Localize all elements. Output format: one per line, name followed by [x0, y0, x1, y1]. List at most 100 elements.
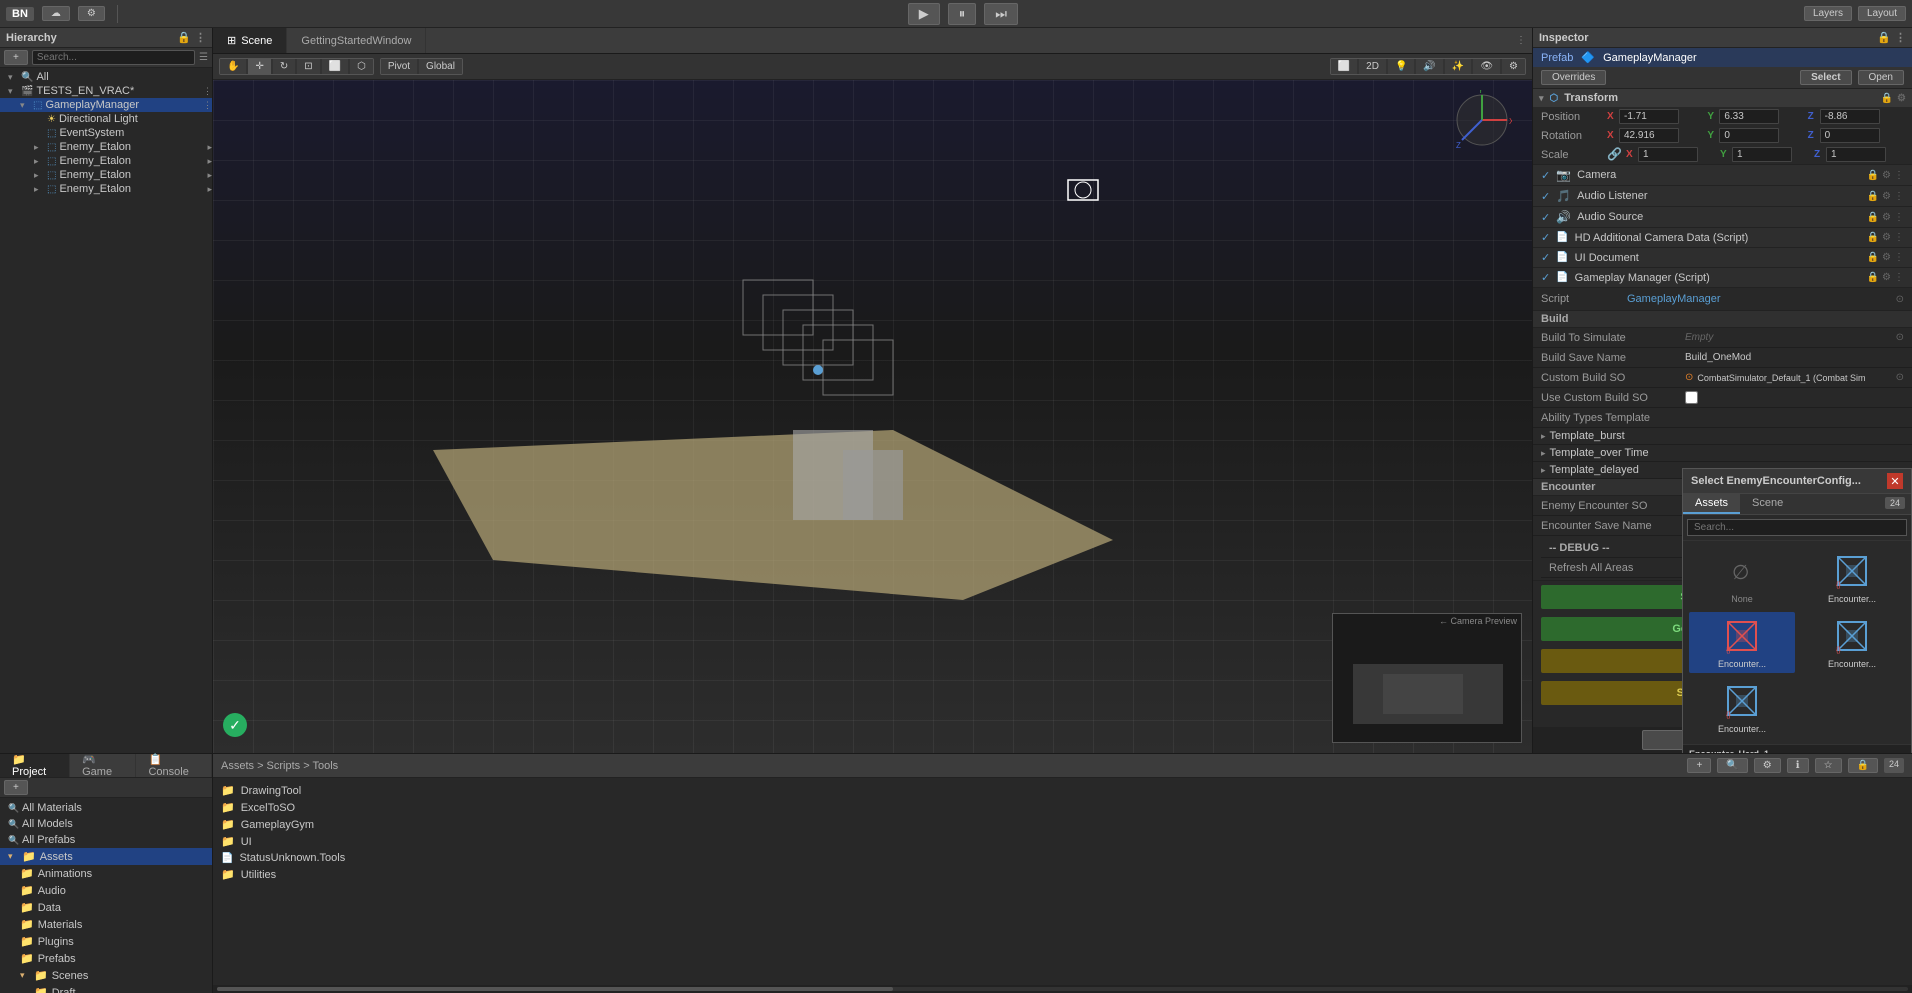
move-tool[interactable]: ✛ [248, 59, 270, 74]
proj-item-scenes[interactable]: ▾ 📁 Scenes [0, 967, 212, 984]
proj-item-data[interactable]: 📁 Data [0, 899, 212, 916]
scene-vis-btn[interactable]: 👁 [1473, 59, 1500, 74]
popup-item-enc4[interactable]: {} Encounter... [1689, 677, 1795, 738]
tab-scene[interactable]: ⊞ Scene [213, 28, 287, 53]
overrides-button[interactable]: Overrides [1541, 70, 1606, 85]
assets-settings-btn[interactable]: ⚙ [1754, 758, 1781, 773]
popup-close-button[interactable]: ✕ [1887, 473, 1903, 489]
step-button[interactable]: ⏭ [984, 3, 1018, 25]
proj-item-materials[interactable]: 📁 Materials [0, 916, 212, 933]
rotation-x-input[interactable] [1619, 128, 1679, 143]
component-gameplay-manager[interactable]: ✓ 📄 Gameplay Manager (Script) 🔒 ⚙ ⋮ [1533, 268, 1912, 288]
hier-item-enemy4[interactable]: ▸ ⬚ Enemy_Etalon ▸ [0, 182, 212, 196]
play-button[interactable]: ▶ [908, 3, 940, 25]
hier-item-enemy1[interactable]: ▸ ⬚ Enemy_Etalon ▸ [0, 140, 212, 154]
hand-tool[interactable]: ✋ [220, 59, 246, 74]
open-button[interactable]: Open [1858, 70, 1904, 85]
assets-lock-btn[interactable]: 🔒 [1848, 758, 1878, 773]
proj-item-all-prefabs[interactable]: 🔍 All Prefabs [0, 832, 212, 848]
popup-tab-assets[interactable]: Assets [1683, 494, 1740, 514]
proj-item-prefabs[interactable]: 📁 Prefabs [0, 950, 212, 967]
multi-tool[interactable]: ⬡ [350, 59, 373, 74]
assets-info-btn[interactable]: ℹ [1787, 758, 1809, 773]
scale-x-input[interactable] [1638, 147, 1698, 162]
layers-button[interactable]: Layers [1804, 6, 1852, 21]
file-status-unknown[interactable]: 📄 StatusUnknown.Tools [221, 850, 1904, 866]
proj-item-animations[interactable]: 📁 Animations [0, 865, 212, 882]
hier-item-gameplay[interactable]: ▾ ⬚ GameplayManager ⋮ [0, 98, 212, 112]
proj-item-audio[interactable]: 📁 Audio [0, 882, 212, 899]
cloud-btn[interactable]: ☁ [42, 6, 70, 21]
tab-getting-started[interactable]: GettingStartedWindow [287, 28, 426, 53]
lighting-btn[interactable]: 💡 [1388, 59, 1414, 74]
component-ui-doc[interactable]: ✓ 📄 UI Document 🔒 ⚙ ⋮ [1533, 248, 1912, 268]
hier-item-eventsys[interactable]: ⬚ EventSystem [0, 126, 212, 140]
assets-add-btn[interactable]: + [1687, 758, 1711, 773]
position-x-input[interactable] [1619, 109, 1679, 124]
audio-btn[interactable]: 🔊 [1416, 59, 1442, 74]
popup-item-enc1[interactable]: {} Encounter... [1799, 547, 1905, 608]
assets-scrollbar[interactable] [213, 985, 1912, 993]
rotation-y-input[interactable] [1719, 128, 1779, 143]
gizmo-btn[interactable]: ⚙ [1502, 59, 1525, 74]
transform-header[interactable]: ▾ ⬡ Transform 🔒 ⚙ [1533, 89, 1912, 107]
2d-button[interactable]: 2D [1359, 59, 1386, 74]
hier-item-dirlight[interactable]: ☀ Directional Light [0, 112, 212, 126]
component-audio-source[interactable]: ✓ 🔊 Audio Source 🔒 ⚙ ⋮ [1533, 207, 1912, 228]
proj-item-all-materials[interactable]: 🔍 All Materials [0, 800, 212, 816]
render-mode-btn[interactable]: ⬜ [1331, 59, 1357, 74]
pause-button[interactable]: ⏸ [948, 3, 977, 25]
component-hd-camera[interactable]: ✓ 📄 HD Additional Camera Data (Script) 🔒… [1533, 228, 1912, 248]
rotate-tool[interactable]: ↻ [273, 59, 295, 74]
position-y-input[interactable] [1719, 109, 1779, 124]
tab-console[interactable]: 📋 Console [136, 754, 212, 777]
popup-item-enc2[interactable]: {} Encounter... [1689, 612, 1795, 673]
scale-y-input[interactable] [1732, 147, 1792, 162]
scale-z-input[interactable] [1826, 147, 1886, 162]
assets-find-btn[interactable]: 🔍 [1717, 758, 1747, 773]
template-over-time-row[interactable]: ▸ Template_over Time [1533, 445, 1912, 462]
tab-project[interactable]: 📁 Project [0, 754, 70, 777]
popup-item-enc3[interactable]: {} Encounter... [1799, 612, 1905, 673]
proj-item-draft[interactable]: 📁 Draft [0, 984, 212, 993]
add-object-button[interactable]: + [4, 50, 28, 65]
global-button[interactable]: Global [419, 59, 462, 74]
project-add-btn[interactable]: + [4, 780, 28, 795]
popup-item-none[interactable]: ∅ None [1689, 547, 1795, 608]
proj-item-all-models[interactable]: 🔍 All Models [0, 816, 212, 832]
folder-drawing-tool[interactable]: 📁 DrawingTool [221, 782, 1904, 799]
popup-tab-scene[interactable]: Scene [1740, 494, 1795, 514]
collab-btn[interactable]: ⚙ [78, 6, 105, 21]
folder-utilities[interactable]: 📁 Utilities [221, 866, 1904, 883]
layout-button[interactable]: Layout [1858, 6, 1906, 21]
scale-tool[interactable]: ⊡ [297, 59, 319, 74]
scene-viewport[interactable]: X Y Z ← Persp ← Camera Preview [213, 80, 1532, 753]
assets-star-btn[interactable]: ☆ [1815, 758, 1842, 773]
script-value[interactable]: GameplayManager [1627, 293, 1721, 305]
proj-item-plugins[interactable]: 📁 Plugins [0, 933, 212, 950]
select-button[interactable]: Select [1800, 70, 1851, 85]
tab-game[interactable]: 🎮 Game [70, 754, 136, 777]
custom-build-so-value[interactable]: ⊙ CombatSimulator_Default_1 (Combat Sim [1685, 372, 1865, 383]
use-custom-build-so-checkbox[interactable] [1685, 391, 1698, 404]
hierarchy-search[interactable] [32, 50, 195, 65]
hier-item-all[interactable]: ▾ 🔍 All [0, 70, 212, 84]
rect-tool[interactable]: ⬜ [322, 59, 348, 74]
position-z-input[interactable] [1820, 109, 1880, 124]
folder-excel-to-so[interactable]: 📁 ExcelToSO [221, 799, 1904, 816]
component-camera[interactable]: ✓ 📷 Camera 🔒 ⚙ ⋮ [1533, 165, 1912, 186]
pivot-button[interactable]: Pivot [381, 59, 417, 74]
proj-item-assets[interactable]: ▾ 📁 Assets [0, 848, 212, 865]
template-burst-row[interactable]: ▸ Template_burst [1533, 428, 1912, 445]
popup-search-input[interactable] [1687, 519, 1907, 536]
folder-ui[interactable]: 📁 UI [221, 833, 1904, 850]
rotation-z-input[interactable] [1820, 128, 1880, 143]
scrollbar-thumb[interactable] [217, 987, 893, 991]
hier-item-enemy2[interactable]: ▸ ⬚ Enemy_Etalon ▸ [0, 154, 212, 168]
hier-item-enemy3[interactable]: ▸ ⬚ Enemy_Etalon ▸ [0, 168, 212, 182]
fx-btn[interactable]: ✨ [1445, 59, 1471, 74]
folder-gameplay-gym[interactable]: 📁 GameplayGym [221, 816, 1904, 833]
hier-item-tests[interactable]: ▾ 🎬 TESTS_EN_VRAC* ⋮ [0, 84, 212, 98]
ui-folder-icon: 📁 [221, 835, 235, 848]
component-audio-listener[interactable]: ✓ 🎵 Audio Listener 🔒 ⚙ ⋮ [1533, 186, 1912, 207]
